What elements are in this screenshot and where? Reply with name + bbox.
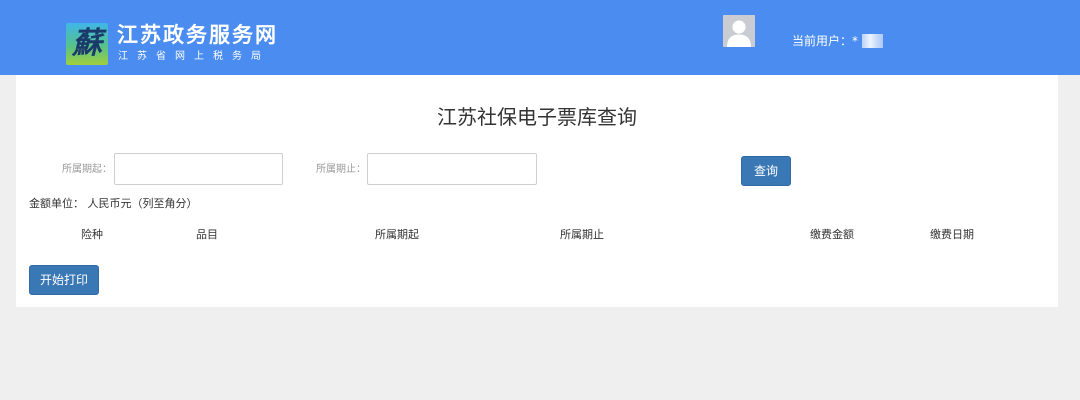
print-button[interactable]: 开始打印 — [29, 265, 99, 295]
user-name-masked — [862, 34, 883, 48]
column-header-payment-date: 缴费日期 — [930, 228, 974, 241]
current-user: 当前用户：* — [792, 34, 858, 48]
user-icon — [723, 15, 755, 47]
column-header-item: 品目 — [196, 228, 218, 241]
current-user-label: 当前用户： — [792, 34, 853, 48]
site-subtitle: 江苏省网上税务局 — [118, 51, 270, 62]
amount-unit-note: 金额单位： 人民币元（列至角分） — [29, 197, 198, 210]
top-header: 蘇 江苏政务服务网 江苏省网上税务局 当前用户：* — [0, 0, 1080, 75]
main-panel: 江苏社保电子票库查询 所属期起： 所属期止： 查询 金额单位： 人民币元（列至角… — [16, 75, 1058, 307]
start-period-input[interactable] — [114, 153, 283, 185]
current-user-value: * — [852, 34, 859, 48]
query-button[interactable]: 查询 — [741, 156, 791, 186]
column-header-period-end: 所属期止 — [560, 228, 604, 241]
page-title: 江苏社保电子票库查询 — [437, 105, 637, 129]
column-header-amount: 缴费金额 — [810, 228, 854, 241]
column-header-period-start: 所属期起 — [375, 228, 419, 241]
end-period-label: 所属期止： — [316, 164, 366, 175]
start-period-label: 所属期起： — [62, 164, 112, 175]
end-period-input[interactable] — [367, 153, 537, 185]
logo-glyph: 蘇 — [72, 26, 102, 61]
avatar[interactable] — [723, 15, 755, 47]
site-logo[interactable]: 蘇 — [66, 23, 108, 65]
site-title: 江苏政务服务网 — [117, 23, 278, 47]
column-header-insurance-type: 险种 — [81, 228, 103, 241]
